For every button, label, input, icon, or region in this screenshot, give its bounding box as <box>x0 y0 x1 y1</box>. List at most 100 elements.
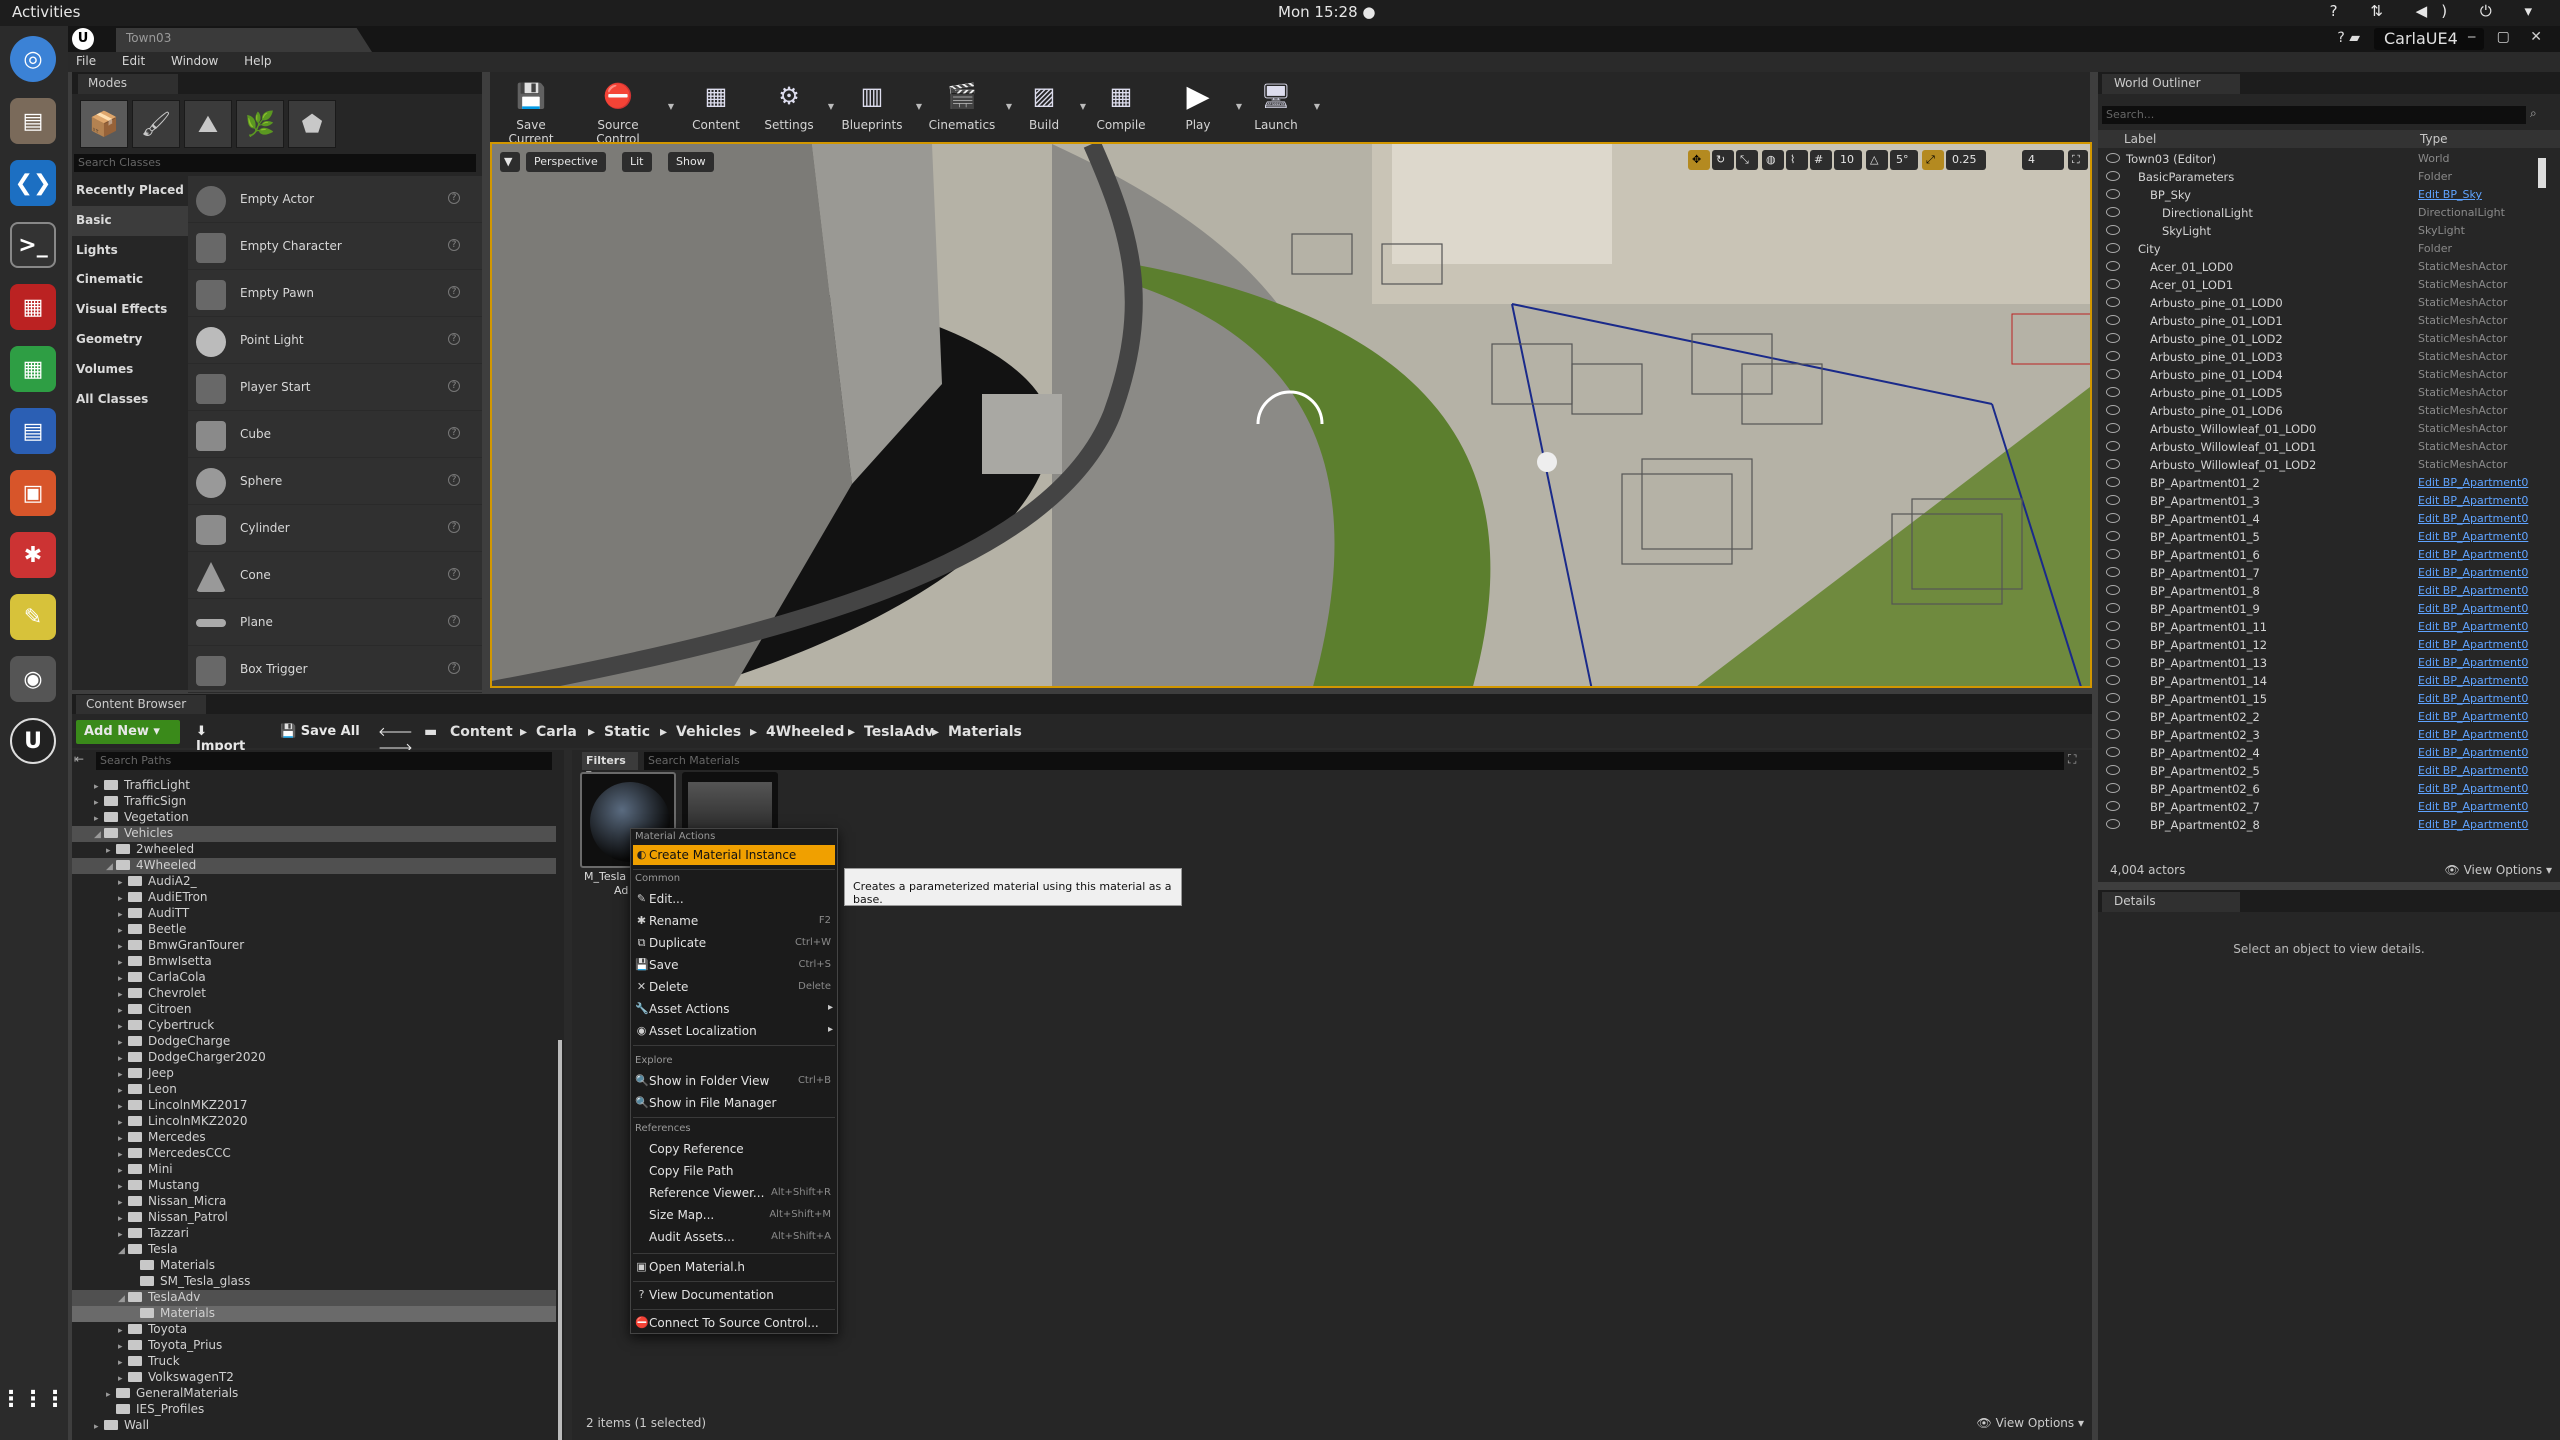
paint-mode-icon[interactable]: 🖌 <box>132 100 180 148</box>
category-visual-effects[interactable]: Visual Effects <box>72 295 188 325</box>
tree-item[interactable]: ▸ DodgeCharge <box>72 1034 556 1050</box>
copy-reference-item[interactable]: Copy Reference <box>633 1139 835 1159</box>
tree-item[interactable]: ▸ AudiETron <box>72 890 556 906</box>
help-icon[interactable]: ? ▰ <box>2337 30 2360 46</box>
breadcrumb-content[interactable]: Content <box>450 724 513 740</box>
edit-blueprint-link[interactable]: Edit BP_Apartment0 <box>2418 674 2528 687</box>
outliner-row[interactable]: Arbusto_pine_01_LOD0 StaticMeshActor <box>2098 294 2548 312</box>
edit-item[interactable]: ✎ Edit... <box>633 889 835 909</box>
outliner-row[interactable]: BP_Apartment01_15 Edit BP_Apartment0 <box>2098 690 2548 708</box>
class-item[interactable]: Cube? <box>188 411 482 458</box>
reference-viewer-item[interactable]: Reference Viewer... Alt+Shift+R <box>633 1183 835 1203</box>
world-local-icon[interactable]: ◍ <box>1762 150 1784 170</box>
category-all-classes[interactable]: All Classes <box>72 385 188 415</box>
writer-icon[interactable]: ▤ <box>10 408 56 454</box>
show-in-folder-view-item[interactable]: 🔍 Show in Folder View Ctrl+B <box>633 1071 835 1091</box>
scale-snap-value[interactable]: 0.25 <box>1946 150 1986 170</box>
outliner-row[interactable]: Town03 (Editor) World <box>2098 150 2548 168</box>
tree-item[interactable]: ▸ Citroen <box>72 1002 556 1018</box>
open-material-h-item[interactable]: ▣ Open Material.h <box>633 1257 835 1277</box>
foliage-mode-icon[interactable]: 🌿 <box>236 100 284 148</box>
camera-speed[interactable]: 4 <box>2022 150 2064 170</box>
tree-item[interactable]: ▸ Mustang <box>72 1178 556 1194</box>
visibility-eye-icon[interactable] <box>2106 477 2120 487</box>
chromium-icon[interactable]: ◎ <box>10 36 56 82</box>
help-icon[interactable]: ? <box>448 615 460 627</box>
tree-item[interactable]: ◢ 4Wheeled <box>72 858 556 874</box>
viewport-options-button[interactable]: ▼ <box>500 152 520 172</box>
outliner-row[interactable]: BP_Sky Edit BP_Sky <box>2098 186 2548 204</box>
edit-blueprint-link[interactable]: Edit BP_Apartment0 <box>2418 548 2528 561</box>
collapse-sources-icon[interactable]: ⇤ <box>74 752 92 770</box>
duplicate-item[interactable]: ⧉ Duplicate Ctrl+W <box>633 933 835 953</box>
outliner-row[interactable]: Arbusto_Willowleaf_01_LOD0 StaticMeshActo… <box>2098 420 2548 438</box>
outliner-row[interactable]: Arbusto_pine_01_LOD1 StaticMeshActor <box>2098 312 2548 330</box>
outliner-row[interactable]: BP_Apartment01_13 Edit BP_Apartment0 <box>2098 654 2548 672</box>
rotation-snap-icon[interactable]: △ <box>1866 150 1888 170</box>
level-viewport[interactable]: ▼ Perspective Lit Show ✥ ↻ ⤡ ◍ ⌇ # 10 △ … <box>490 142 2092 688</box>
breadcrumb-tesla-adv[interactable]: TeslaAdv <box>864 724 934 740</box>
tree-item[interactable]: ▸ Nissan_Micra <box>72 1194 556 1210</box>
tree-item[interactable]: ▸ TrafficSign <box>72 794 556 810</box>
tree-item[interactable]: ▸ Jeep <box>72 1066 556 1082</box>
history-nav-icon[interactable]: 🡐 🡒 <box>370 720 413 756</box>
tree-item[interactable]: ▸ Truck <box>72 1354 556 1370</box>
visibility-eye-icon[interactable] <box>2106 693 2120 703</box>
clock[interactable]: Mon 15:28 ● <box>1278 3 1375 21</box>
settings-icon[interactable]: ✱ <box>10 532 56 578</box>
outliner-row[interactable]: BP_Apartment01_8 Edit BP_Apartment0 <box>2098 582 2548 600</box>
category-lights[interactable]: Lights <box>72 236 188 266</box>
tree-item[interactable]: ▸ Cybertruck <box>72 1018 556 1034</box>
category-volumes[interactable]: Volumes <box>72 355 188 385</box>
help-icon[interactable]: ? <box>448 521 460 533</box>
system-tray[interactable]: ? ⇅ ◀) ⏻ ▾ <box>2330 2 2546 20</box>
edit-blueprint-link[interactable]: Edit BP_Apartment0 <box>2418 728 2528 741</box>
surface-snap-icon[interactable]: ⌇ <box>1786 150 1808 170</box>
unreal-engine-icon[interactable]: U <box>10 718 56 764</box>
outliner-row[interactable]: Acer_01_LOD1 StaticMeshActor <box>2098 276 2548 294</box>
help-icon[interactable]: ? <box>448 474 460 486</box>
visibility-eye-icon[interactable] <box>2106 513 2120 523</box>
activities-button[interactable]: Activities <box>12 3 80 21</box>
level-tab[interactable]: Town03 <box>116 28 372 52</box>
tree-item[interactable]: ▸ BmwIsetta <box>72 954 556 970</box>
outliner-row[interactable]: Arbusto_pine_01_LOD3 StaticMeshActor <box>2098 348 2548 366</box>
menu-window[interactable]: Window <box>171 52 218 70</box>
copy-file-path-item[interactable]: Copy File Path <box>633 1161 835 1181</box>
edit-blueprint-link[interactable]: Edit BP_Apartment0 <box>2418 710 2528 723</box>
rotation-snap-value[interactable]: 5° <box>1890 150 1918 170</box>
outliner-row[interactable]: BP_Apartment01_11 Edit BP_Apartment0 <box>2098 618 2548 636</box>
settings-button[interactable]: ⚙ Settings ▼ <box>758 76 834 132</box>
play-button[interactable]: ▶ Play ▼ <box>1168 76 1242 133</box>
visibility-eye-icon[interactable] <box>2106 747 2120 757</box>
outliner-row[interactable]: BP_Apartment01_14 Edit BP_Apartment0 <box>2098 672 2548 690</box>
outliner-row[interactable]: BP_Apartment02_5 Edit BP_Apartment0 <box>2098 762 2548 780</box>
search-paths-input[interactable]: Search Paths <box>96 752 552 770</box>
category-geometry[interactable]: Geometry <box>72 325 188 355</box>
menu-help[interactable]: Help <box>244 52 271 70</box>
visibility-eye-icon[interactable] <box>2106 171 2120 181</box>
category-cinematic[interactable]: Cinematic <box>72 265 188 295</box>
tree-item[interactable]: ▸ AudiTT <box>72 906 556 922</box>
breadcrumb-carla[interactable]: Carla <box>536 724 577 740</box>
grid-snap-icon[interactable]: # <box>1810 150 1832 170</box>
visibility-eye-icon[interactable] <box>2106 621 2120 631</box>
content-browser-tab[interactable]: Content Browser <box>76 695 206 714</box>
help-icon[interactable]: ? <box>448 568 460 580</box>
outliner-row[interactable]: BP_Apartment02_8 Edit BP_Apartment0 <box>2098 816 2548 834</box>
class-item[interactable]: Empty Pawn? <box>188 270 482 317</box>
window-controls[interactable]: ‒ ▢ ✕ <box>2467 29 2550 45</box>
edit-blueprint-link[interactable]: Edit BP_Apartment0 <box>2418 566 2528 579</box>
visibility-eye-icon[interactable] <box>2106 387 2120 397</box>
visibility-eye-icon[interactable] <box>2106 189 2120 199</box>
tree-item[interactable]: ▸ AudiA2_ <box>72 874 556 890</box>
save-all-button[interactable]: 💾 Save All <box>272 720 368 744</box>
tree-item[interactable]: ▸ Nissan_Patrol <box>72 1210 556 1226</box>
help-icon[interactable]: ? <box>448 427 460 439</box>
visibility-eye-icon[interactable] <box>2106 729 2120 739</box>
perspective-button[interactable]: Perspective <box>526 152 606 172</box>
edit-blueprint-link[interactable]: Edit BP_Apartment0 <box>2418 692 2528 705</box>
cinematics-button[interactable]: 🎬 Cinematics ▼ <box>926 76 1012 132</box>
class-item[interactable]: Sphere? <box>188 458 482 505</box>
tree-item[interactable]: ▸ Wall <box>72 1418 556 1434</box>
